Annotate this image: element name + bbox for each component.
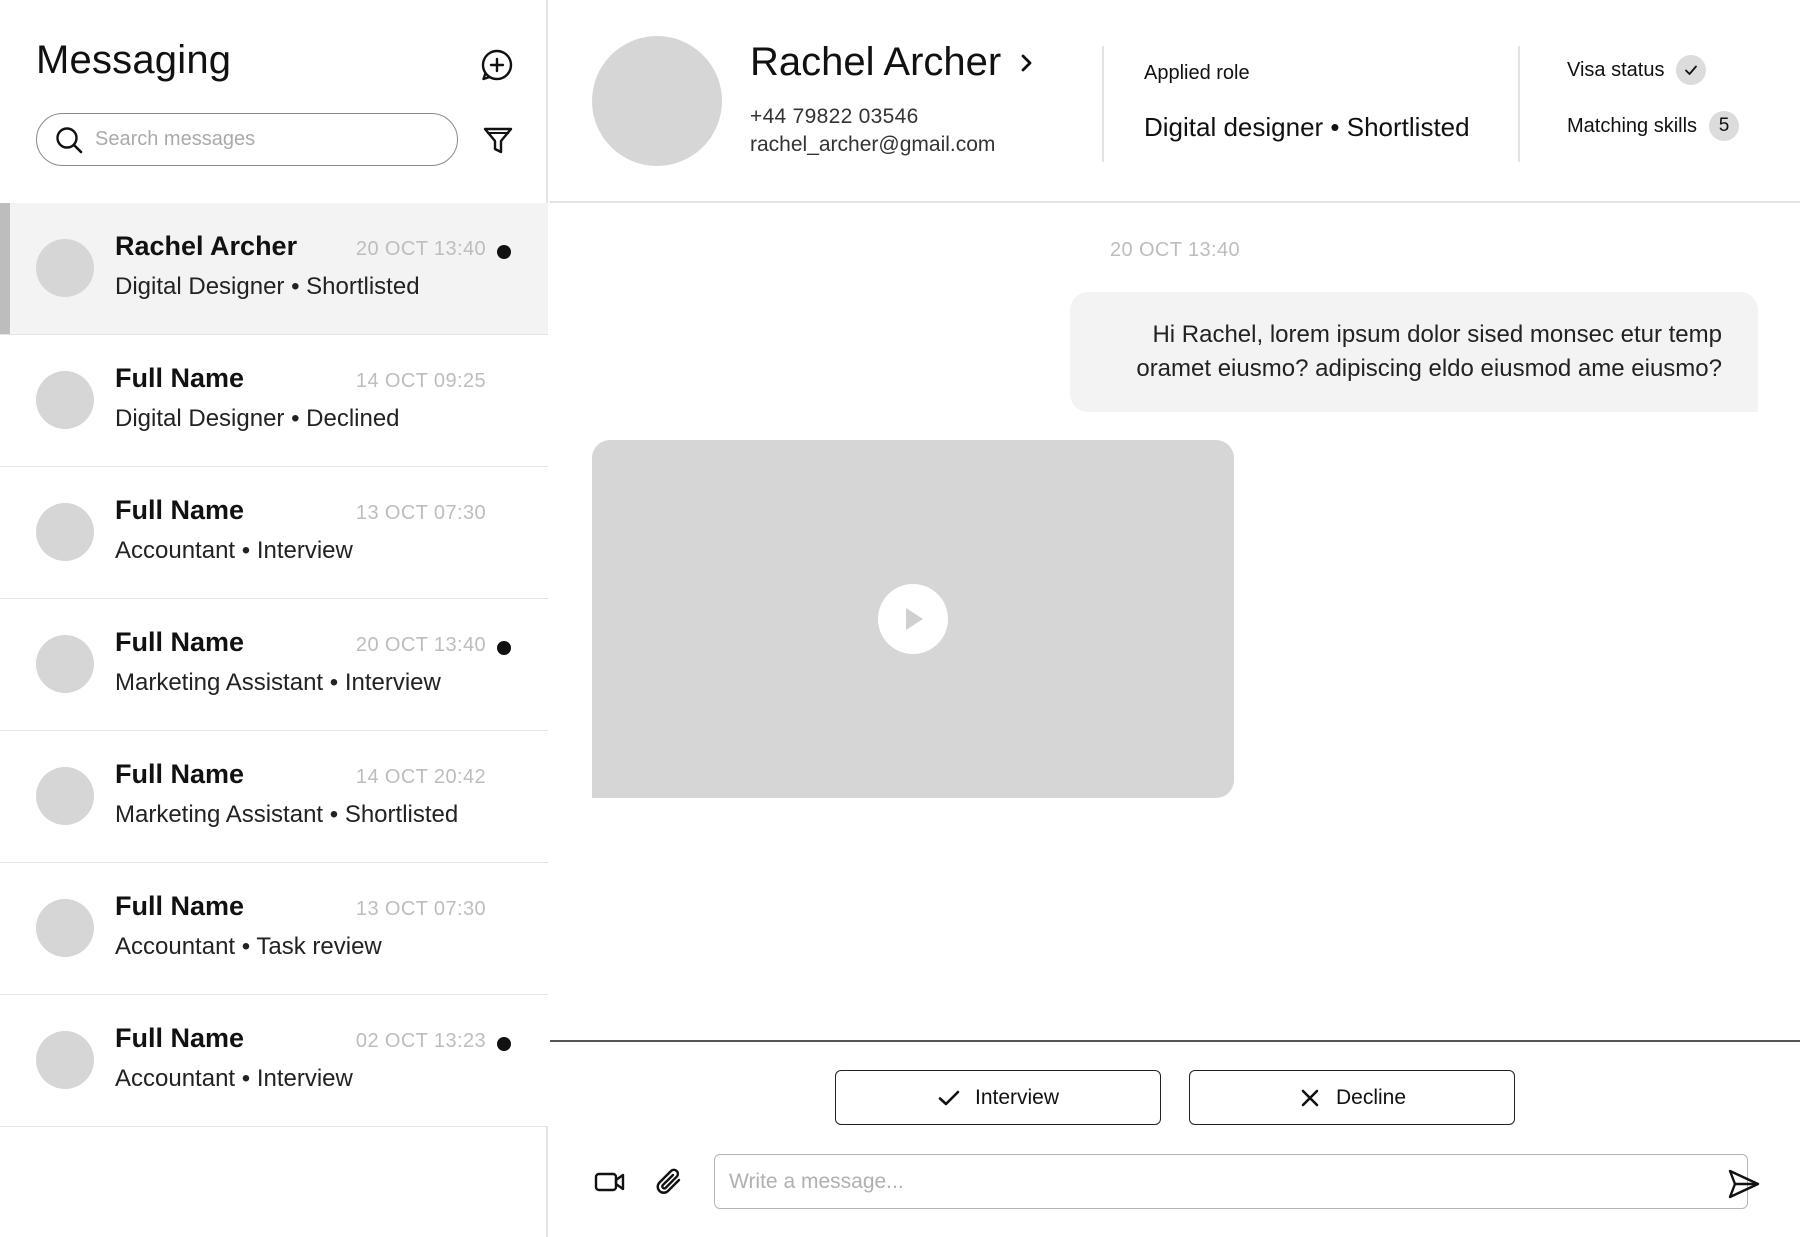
applied-role-value: Digital designer • Shortlisted (1144, 112, 1470, 142)
send-icon (1728, 1169, 1760, 1199)
matching-skills-count: 5 (1709, 111, 1740, 141)
visa-status-label: Visa status (1567, 58, 1665, 81)
conversation-list: Rachel Archer 20 OCT 13:40 Digital Designe… (0, 203, 548, 1127)
send-button[interactable] (1724, 1164, 1764, 1204)
avatar (36, 371, 94, 429)
conversation-time: 02 OCT 13:23 (355, 1030, 486, 1052)
conversation-item[interactable]: Full Name 13 OCT 07:30 Accountant • Task r… (0, 863, 548, 995)
conversation-name: Full Name (115, 759, 245, 789)
search-box (36, 113, 458, 166)
conversation-name: Rachel Archer (115, 231, 298, 261)
conversation-subtitle: Accountant • Interview (115, 1065, 353, 1092)
conversation-name: Full Name (115, 363, 245, 393)
message-input[interactable] (714, 1154, 1748, 1209)
conversation-item[interactable]: Rachel Archer 20 OCT 13:40 Digital Designe… (0, 203, 548, 335)
conversation-time: 20 OCT 13:40 (355, 238, 486, 260)
conversation-time: 13 OCT 07:30 (355, 502, 486, 524)
conversation-name: Full Name (115, 891, 245, 921)
conversation-subtitle: Digital Designer • Declined (115, 405, 400, 432)
conversation-name: Full Name (115, 1023, 245, 1053)
new-message-button[interactable] (476, 44, 518, 86)
search-icon (53, 124, 85, 156)
conversation-time: 14 OCT 20:42 (355, 766, 486, 788)
conversation-time: 13 OCT 07:30 (355, 898, 486, 920)
video-message[interactable] (592, 440, 1234, 798)
conversation-item[interactable]: Full Name 14 OCT 20:42 Marketing Assistant… (0, 731, 548, 863)
applied-role-label: Applied role (1144, 62, 1250, 84)
avatar (36, 239, 94, 297)
conversation-name: Full Name (115, 627, 245, 657)
profile-phone: +44 79822 03546 (750, 105, 919, 128)
conversation-item[interactable]: Full Name 02 OCT 13:23 Accountant • Interv… (0, 995, 548, 1127)
conversation-subtitle: Marketing Assistant • Interview (115, 669, 441, 696)
profile-name-link[interactable]: Rachel Archer (750, 40, 1041, 85)
filter-button[interactable] (478, 120, 518, 160)
divider (1102, 46, 1104, 162)
outgoing-message: Hi Rachel, lorem ipsum dolor sised monse… (1070, 292, 1758, 412)
search-input[interactable] (95, 128, 435, 151)
chevron-right-icon (1019, 52, 1041, 74)
conversation-time: 14 OCT 09:25 (355, 370, 486, 392)
conversation-item[interactable]: Full Name 14 OCT 09:25 Digital Designer • … (0, 335, 548, 467)
chat-timestamp: 20 OCT 13:40 (1109, 239, 1241, 261)
interview-button[interactable]: Interview (835, 1070, 1161, 1125)
new-message-icon (481, 49, 513, 81)
avatar (36, 767, 94, 825)
divider (1518, 46, 1520, 162)
conversation-item[interactable]: Full Name 20 OCT 13:40 Marketing Assistant… (0, 599, 548, 731)
filter-icon (483, 127, 513, 154)
interview-button-label: Interview (974, 1085, 1060, 1109)
play-button[interactable] (878, 584, 948, 654)
profile-header: Rachel Archer +44 79822 03546 rachel_arc… (550, 0, 1800, 203)
conversation-subtitle: Marketing Assistant • Shortlisted (115, 801, 459, 828)
unread-dot (497, 245, 511, 259)
conversation-item[interactable]: Full Name 13 OCT 07:30 Accountant • Interv… (0, 467, 548, 599)
conversation-subtitle: Accountant • Interview (115, 537, 353, 564)
profile-name: Rachel Archer (750, 40, 1002, 84)
avatar (36, 635, 94, 693)
matching-skills: Matching skills 5 (1567, 111, 1740, 141)
avatar (36, 503, 94, 561)
avatar (592, 36, 722, 166)
unread-dot (497, 1037, 511, 1051)
conversation-subtitle: Accountant • Task review (115, 933, 382, 960)
avatar (36, 1031, 94, 1089)
attach-button[interactable] (652, 1164, 688, 1200)
sidebar: Messaging Rachel Archer 20 OCT 13:40 Digit… (0, 0, 548, 1237)
video-camera-icon (594, 1172, 625, 1192)
play-icon (906, 608, 923, 630)
conversation-name: Full Name (115, 495, 245, 525)
paperclip-icon (656, 1168, 681, 1194)
unread-dot (497, 641, 511, 655)
decline-button[interactable]: Decline (1189, 1070, 1515, 1125)
conversation-subtitle: Digital Designer • Shortlisted (115, 273, 420, 300)
avatar (36, 899, 94, 957)
check-icon (1676, 55, 1707, 85)
sidebar-title: Messaging (36, 38, 232, 82)
decline-button-label: Decline (1335, 1085, 1407, 1109)
matching-skills-label: Matching skills (1567, 114, 1698, 137)
video-call-button[interactable] (592, 1164, 628, 1200)
chat-area: 20 OCT 13:40 Hi Rachel, lorem ipsum dolo… (550, 205, 1800, 1041)
conversation-time: 20 OCT 13:40 (355, 634, 486, 656)
main-panel: Rachel Archer +44 79822 03546 rachel_arc… (550, 0, 1800, 1237)
visa-status: Visa status (1567, 55, 1707, 85)
profile-email: rachel_archer@gmail.com (750, 133, 996, 156)
check-icon (937, 1086, 961, 1110)
close-icon (1298, 1086, 1322, 1110)
composer: Interview Decline (550, 1040, 1800, 1237)
